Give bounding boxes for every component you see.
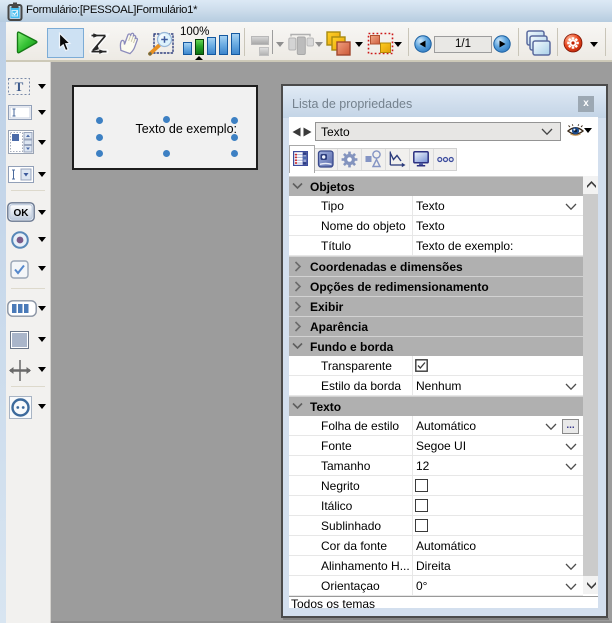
- svg-text:OK: OK: [14, 208, 30, 219]
- svg-text:T: T: [15, 79, 24, 94]
